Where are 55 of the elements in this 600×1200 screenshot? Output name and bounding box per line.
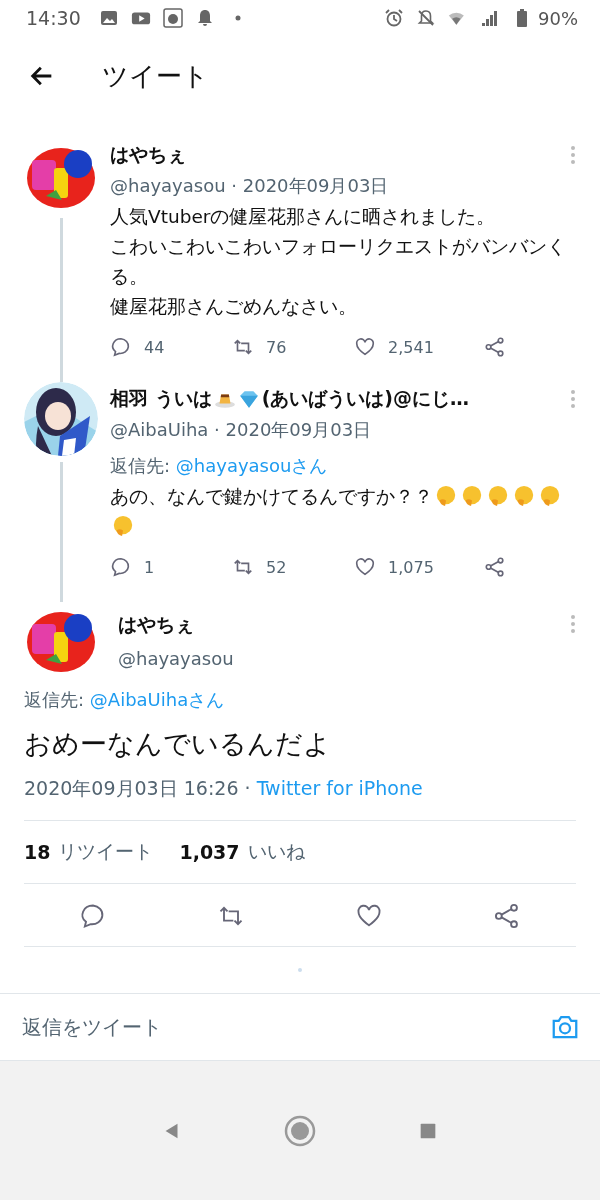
signal-icon	[480, 8, 500, 28]
scroll-indicator-icon	[297, 967, 303, 973]
app-icon	[162, 8, 183, 28]
handle-date-text: @AibaUiha · 2020年09月03日	[110, 418, 373, 442]
mention-link[interactable]: @AibaUihaさん	[89, 689, 225, 710]
page-title: ツイート	[102, 59, 209, 93]
handle-date-text: @hayayasou · 2020年09月03日	[110, 174, 390, 198]
retweet-label: リツイート	[58, 839, 154, 864]
share-icon[interactable]	[484, 336, 506, 358]
tweet-text: こわいこわいこわいフォローリクエストがバンバンくる。	[110, 236, 566, 287]
tweet-text: 健屋花那さんごめんなさい。	[110, 296, 357, 317]
reply-label: 返信先:	[110, 455, 171, 476]
like-count: 1,075	[388, 557, 434, 577]
thinking-emoji-icon	[112, 515, 134, 537]
retweet-icon[interactable]	[232, 336, 254, 358]
reply-label: 返信先:	[24, 689, 85, 710]
source-link[interactable]: Twitter for iPhone	[256, 777, 423, 799]
user-name: (あいばういは)@にじ…	[261, 386, 469, 411]
muted-bell-icon	[416, 8, 436, 28]
user-name: はやちぇ	[110, 142, 186, 167]
user-handle: @hayayasou	[118, 648, 235, 669]
reply-icon[interactable]	[110, 556, 132, 578]
user-name: 相羽 ういは	[110, 386, 212, 411]
retweet-count: 52	[266, 557, 287, 577]
image-icon	[98, 8, 119, 28]
alarm-icon	[384, 8, 404, 28]
thinking-emoji-icon	[539, 485, 561, 507]
reply-count: 1	[144, 557, 155, 577]
thinking-emoji-icon	[487, 485, 509, 507]
timestamp-text: 2020年09月03日 16:26 ·	[24, 777, 251, 799]
share-icon[interactable]	[484, 556, 506, 578]
thinking-emoji-icon	[435, 485, 457, 507]
clock-text: 14:30	[26, 7, 81, 29]
tweet-text: あの、なんで鍵かけてるんですか？？	[110, 486, 433, 507]
heart-icon[interactable]	[354, 336, 376, 358]
retweet-count: 18	[24, 841, 51, 863]
tweet-text: おめーなんでいるんだよ	[24, 727, 332, 761]
mention-link[interactable]: @hayayasouさん	[175, 455, 328, 476]
tweet-text: 人気Vtuberの健屋花那さんに晒されました。	[110, 206, 496, 227]
reply-field[interactable]: 返信をツイート	[20, 1014, 550, 1040]
gem-icon	[237, 388, 260, 410]
retweet-icon[interactable]	[232, 556, 254, 578]
reply-icon[interactable]	[110, 336, 132, 358]
like-count: 1,037	[179, 841, 240, 863]
reply-count: 44	[144, 337, 165, 357]
thinking-emoji-icon	[513, 485, 535, 507]
heart-icon[interactable]	[354, 556, 376, 578]
user-name: はやちぇ	[118, 612, 195, 637]
like-label: いいね	[247, 839, 305, 864]
battery-text: 90%	[538, 7, 578, 29]
retweet-count: 76	[266, 337, 287, 357]
thinking-emoji-icon	[461, 485, 483, 507]
like-count: 2,541	[388, 337, 434, 357]
share-icon[interactable]	[493, 902, 521, 930]
home-nav-icon[interactable]	[284, 1114, 316, 1147]
